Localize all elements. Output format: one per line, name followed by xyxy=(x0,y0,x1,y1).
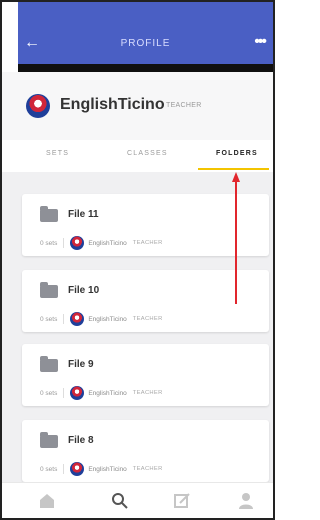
folder-set-count: 0 sets xyxy=(40,389,58,397)
phone-frame: ← PROFILE ••• EnglishTicino TEACHER SETS… xyxy=(0,0,275,520)
annotation-arrow-icon xyxy=(232,172,240,304)
folder-card[interactable]: File 8 0 sets EnglishTicino TEACHER xyxy=(22,420,269,482)
tab-folders[interactable]: FOLDERS xyxy=(216,150,258,157)
bottom-navigation xyxy=(2,482,273,518)
profile-tabs: SETS CLASSES FOLDERS xyxy=(2,140,273,172)
profile-username: EnglishTicino xyxy=(60,96,165,113)
owner-avatar xyxy=(70,312,85,326)
owner-avatar xyxy=(70,236,85,250)
owner-avatar xyxy=(70,386,85,400)
folder-owner-role: TEACHER xyxy=(132,316,163,322)
divider xyxy=(63,314,65,324)
folder-meta: 0 sets EnglishTicino TEACHER xyxy=(40,386,163,400)
tab-active-underline xyxy=(198,168,269,170)
folder-icon xyxy=(40,206,58,222)
folder-meta: 0 sets EnglishTicino TEACHER xyxy=(40,462,163,476)
folder-owner-role: TEACHER xyxy=(132,466,163,472)
create-icon[interactable] xyxy=(172,492,192,510)
app-bar-shadow xyxy=(18,64,273,72)
folder-owner: EnglishTicino xyxy=(88,465,127,473)
folder-owner: EnglishTicino xyxy=(88,239,127,247)
owner-avatar xyxy=(70,462,85,476)
divider xyxy=(63,238,65,248)
folder-set-count: 0 sets xyxy=(40,239,58,247)
folder-title: File 11 xyxy=(68,209,99,220)
folder-owner: EnglishTicino xyxy=(88,315,127,323)
folder-meta: 0 sets EnglishTicino TEACHER xyxy=(40,236,163,250)
tab-sets[interactable]: SETS xyxy=(46,150,69,157)
folder-owner: EnglishTicino xyxy=(88,389,127,397)
app-bar: ← PROFILE ••• xyxy=(18,24,273,64)
tab-classes[interactable]: CLASSES xyxy=(127,150,168,157)
divider xyxy=(63,464,65,474)
folder-card[interactable]: File 9 0 sets EnglishTicino TEACHER xyxy=(22,344,269,406)
folder-title: File 8 xyxy=(68,435,94,446)
folder-icon xyxy=(40,282,58,298)
profile-header: EnglishTicino TEACHER xyxy=(2,72,273,142)
more-menu-icon[interactable]: ••• xyxy=(254,33,267,51)
folder-set-count: 0 sets xyxy=(40,465,58,473)
folder-set-count: 0 sets xyxy=(40,315,58,323)
folder-title: File 9 xyxy=(68,359,94,370)
avatar[interactable] xyxy=(26,94,50,118)
status-bar xyxy=(18,2,273,24)
folder-owner-role: TEACHER xyxy=(132,390,163,396)
folder-icon xyxy=(40,432,58,448)
folder-icon xyxy=(40,356,58,372)
folder-meta: 0 sets EnglishTicino TEACHER xyxy=(40,312,163,326)
folder-title: File 10 xyxy=(68,285,100,296)
folder-owner-role: TEACHER xyxy=(132,240,163,246)
account-icon[interactable] xyxy=(236,492,256,510)
divider xyxy=(63,388,65,398)
profile-role: TEACHER xyxy=(166,102,202,109)
home-icon[interactable] xyxy=(37,492,57,510)
search-icon[interactable] xyxy=(110,492,130,510)
app-bar-title: PROFILE xyxy=(120,38,171,49)
